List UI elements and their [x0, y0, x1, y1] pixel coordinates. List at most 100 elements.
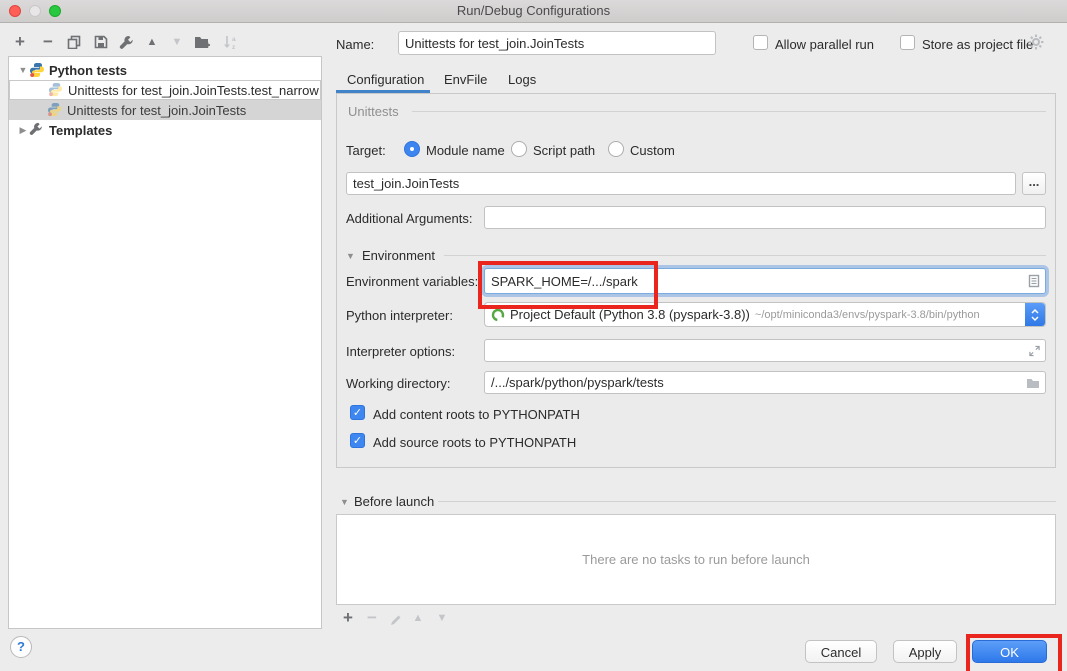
- target-custom-radio[interactable]: [608, 141, 624, 157]
- environment-collapse-icon[interactable]: ▼: [346, 251, 355, 261]
- python-interpreter-dropdown[interactable]: Project Default (Python 3.8 (pyspark-3.8…: [484, 302, 1046, 327]
- python-test-icon: [47, 102, 63, 118]
- additional-arguments-input[interactable]: [484, 206, 1046, 229]
- pencil-icon: [390, 614, 402, 626]
- apply-button[interactable]: Apply: [893, 640, 957, 663]
- target-module-name-label: Module name: [426, 143, 505, 158]
- environment-variables-input[interactable]: [484, 268, 1046, 294]
- add-source-roots-checkbox[interactable]: ✓: [350, 433, 365, 448]
- add-content-roots-checkbox[interactable]: ✓: [350, 405, 365, 420]
- target-script-path-label: Script path: [533, 143, 595, 158]
- svg-text:z: z: [232, 44, 236, 50]
- expand-collapse-icon[interactable]: ▼: [17, 65, 29, 75]
- tab-logs[interactable]: Logs: [508, 72, 536, 87]
- edit-templates-icon[interactable]: [116, 32, 136, 52]
- target-custom-label: Custom: [630, 143, 675, 158]
- no-tasks-message: There are no tasks to run before launch: [582, 552, 810, 567]
- interpreter-options-input[interactable]: [484, 339, 1046, 362]
- expand-field-icon[interactable]: [1029, 345, 1040, 356]
- interpreter-options-field: [484, 339, 1046, 362]
- tree-item-label: Templates: [49, 123, 112, 138]
- conda-environment-icon: [491, 308, 505, 322]
- allow-parallel-run-checkbox[interactable]: [753, 35, 768, 50]
- target-script-path-radio[interactable]: [511, 141, 527, 157]
- interpreter-options-label: Interpreter options:: [346, 344, 455, 359]
- working-directory-field: [484, 371, 1046, 394]
- python-tests-icon: [29, 62, 45, 78]
- move-task-up-icon[interactable]: ▲: [408, 608, 428, 628]
- group-separator: [412, 111, 1046, 112]
- env-variables-list-icon[interactable]: [1028, 275, 1040, 288]
- before-launch-task-list: There are no tasks to run before launch: [336, 514, 1056, 605]
- save-configuration-icon[interactable]: [91, 32, 111, 52]
- store-as-project-file-checkbox[interactable]: [900, 35, 915, 50]
- svg-text:a: a: [232, 36, 236, 43]
- run-debug-configurations-dialog: Run/Debug Configurations + − ▲ ▼: [0, 0, 1067, 671]
- folder-add-icon: [194, 35, 211, 49]
- target-browse-button[interactable]: ...: [1022, 172, 1046, 195]
- working-directory-input[interactable]: [484, 371, 1046, 394]
- move-down-icon[interactable]: ▼: [167, 32, 187, 52]
- additional-arguments-label: Additional Arguments:: [346, 211, 472, 226]
- move-up-icon[interactable]: ▲: [142, 32, 162, 52]
- python-interpreter-label: Python interpreter:: [346, 308, 453, 323]
- copy-icon: [67, 35, 81, 49]
- target-input[interactable]: [346, 172, 1016, 195]
- ok-button[interactable]: OK: [972, 640, 1047, 663]
- new-folder-icon[interactable]: [192, 32, 212, 52]
- name-input[interactable]: [398, 31, 716, 55]
- python-test-icon: [48, 82, 64, 98]
- edit-task-icon[interactable]: [386, 610, 406, 630]
- group-separator: [438, 501, 1056, 502]
- tree-item-jointests-selected[interactable]: Unittests for test_join.JoinTests: [9, 100, 321, 120]
- title-bar: Run/Debug Configurations: [0, 0, 1067, 23]
- tab-configuration[interactable]: Configuration: [347, 72, 424, 87]
- remove-task-icon[interactable]: −: [362, 608, 382, 628]
- tree-item-label: Python tests: [49, 63, 127, 78]
- configurations-tree: ▼ Python tests Unittests for test_join.J…: [8, 56, 322, 629]
- environment-header: Environment: [362, 248, 435, 263]
- add-source-roots-label: Add source roots to PYTHONPATH: [373, 435, 576, 450]
- target-module-name-radio[interactable]: [404, 141, 420, 157]
- dropdown-stepper-icon[interactable]: [1025, 303, 1045, 326]
- before-launch-header: Before launch: [354, 494, 434, 509]
- store-options-gear-icon[interactable]: [1028, 34, 1044, 53]
- add-content-roots-label: Add content roots to PYTHONPATH: [373, 407, 580, 422]
- unittests-group-label: Unittests: [348, 104, 399, 119]
- window-title: Run/Debug Configurations: [457, 3, 610, 18]
- environment-variables-field: [484, 268, 1046, 294]
- minimize-window-button[interactable]: [29, 5, 41, 17]
- tree-item-jointests-test-narrow[interactable]: Unittests for test_join.JoinTests.test_n…: [9, 80, 321, 100]
- sort-alphabetically-icon[interactable]: a z: [220, 32, 240, 52]
- copy-configuration-icon[interactable]: [64, 32, 84, 52]
- expand-collapse-icon[interactable]: ▶: [17, 125, 29, 136]
- folder-browse-icon[interactable]: [1026, 377, 1040, 389]
- templates-wrench-icon: [29, 122, 45, 138]
- sort-az-icon: a z: [223, 35, 238, 50]
- cancel-button[interactable]: Cancel: [805, 640, 877, 663]
- interpreter-value: Project Default (Python 3.8 (pyspark-3.8…: [510, 307, 750, 322]
- group-separator: [444, 255, 1046, 256]
- store-as-project-file-label: Store as project file: [922, 37, 1033, 52]
- tab-envfile[interactable]: EnvFile: [444, 72, 487, 87]
- interpreter-path: ~/opt/miniconda3/envs/pyspark-3.8/bin/py…: [755, 309, 980, 321]
- move-task-down-icon[interactable]: ▼: [432, 608, 452, 628]
- tree-item-python-tests[interactable]: ▼ Python tests: [9, 60, 321, 80]
- allow-parallel-run-label: Allow parallel run: [775, 37, 874, 52]
- tree-item-label: Unittests for test_join.JoinTests.test_n…: [68, 83, 319, 98]
- zoom-window-button[interactable]: [49, 5, 61, 17]
- add-task-icon[interactable]: +: [338, 608, 358, 628]
- help-button[interactable]: ?: [10, 636, 32, 658]
- remove-configuration-icon[interactable]: −: [38, 32, 58, 52]
- save-icon: [94, 35, 108, 49]
- working-directory-label: Working directory:: [346, 376, 451, 391]
- tree-item-label: Unittests for test_join.JoinTests: [67, 103, 246, 118]
- add-configuration-icon[interactable]: +: [10, 32, 30, 52]
- environment-variables-label: Environment variables:: [346, 274, 478, 289]
- close-window-button[interactable]: [9, 5, 21, 17]
- tree-item-templates[interactable]: ▶ Templates: [9, 120, 321, 140]
- target-label: Target:: [346, 143, 386, 158]
- name-label: Name:: [336, 37, 374, 52]
- before-launch-collapse-icon[interactable]: ▼: [340, 497, 349, 507]
- wrench-icon: [119, 35, 134, 50]
